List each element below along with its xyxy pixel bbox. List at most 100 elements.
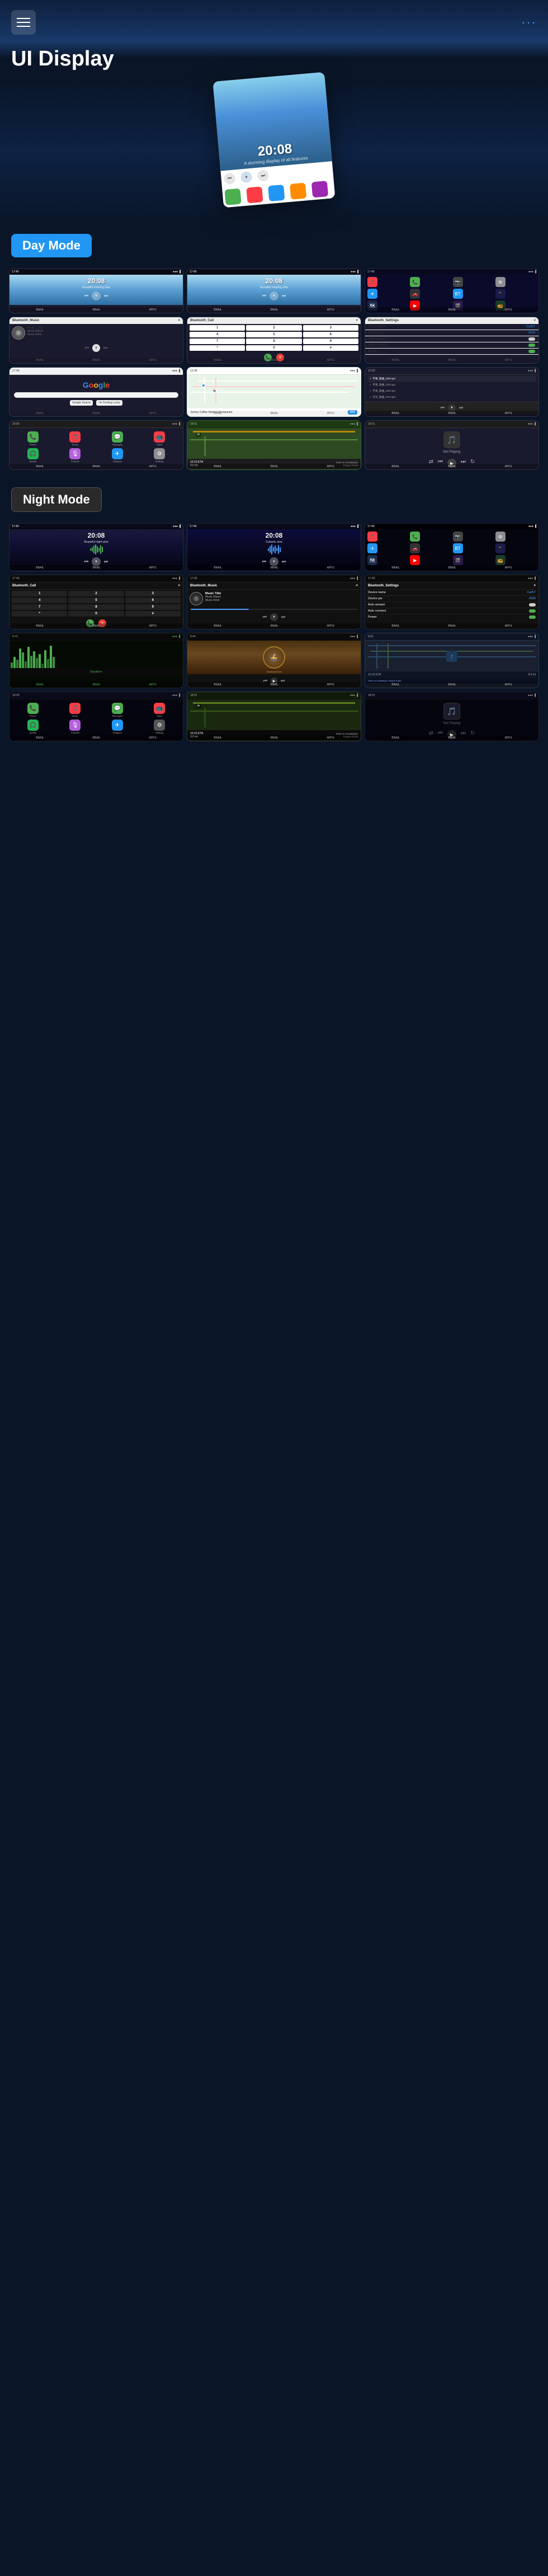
- prev-icon[interactable]: ⏮: [85, 345, 89, 351]
- app-bt-icon[interactable]: BT: [453, 289, 463, 299]
- app-icon[interactable]: 🎬: [453, 555, 463, 565]
- auto-connect-toggle[interactable]: [528, 344, 535, 347]
- app-icon[interactable]: [224, 189, 241, 205]
- app-telegram-icon[interactable]: ✈: [367, 543, 377, 553]
- app-item[interactable]: ⚙ Settings: [140, 720, 180, 734]
- prev-icon[interactable]: ⏮: [262, 293, 266, 299]
- app-item[interactable]: 🎙 Podcast: [55, 720, 96, 734]
- app-phone-icon[interactable]: 📞: [410, 277, 420, 287]
- app-item[interactable]: 💬 Messages: [97, 431, 138, 446]
- key-0[interactable]: 0: [68, 611, 124, 617]
- key-5[interactable]: 5: [246, 332, 301, 337]
- next-icon[interactable]: ⏭: [104, 559, 108, 565]
- play-button[interactable]: ⏸: [240, 171, 253, 184]
- app-item[interactable]: 📺 Video: [140, 703, 180, 717]
- lucky-btn[interactable]: I'm Feeling Lucky: [96, 400, 122, 406]
- next-icon[interactable]: ⏭: [104, 293, 108, 299]
- key-2[interactable]: 2: [68, 591, 124, 596]
- app-icon[interactable]: 📻: [495, 555, 506, 565]
- app-icon[interactable]: 🚗: [410, 289, 420, 299]
- app-icon[interactable]: 📱: [495, 543, 506, 553]
- ellipsis-button[interactable]: ···: [521, 15, 537, 30]
- auto-answer-toggle[interactable]: [529, 603, 536, 607]
- prev-icon[interactable]: ⏮: [441, 405, 445, 411]
- next-icon[interactable]: ⏭: [103, 345, 107, 351]
- key-4[interactable]: 4: [12, 598, 67, 603]
- next-icon[interactable]: ⏭: [459, 405, 463, 411]
- google-search-btn[interactable]: Google Search: [70, 400, 93, 406]
- play-icon[interactable]: ⏸: [270, 613, 278, 621]
- app-icon[interactable]: [268, 185, 285, 201]
- app-item[interactable]: 💬 Messages: [97, 703, 138, 717]
- key-hash[interactable]: #: [303, 345, 358, 351]
- key-1[interactable]: 1: [190, 325, 245, 331]
- key-8[interactable]: 8: [246, 339, 301, 344]
- key-6[interactable]: 6: [125, 598, 181, 603]
- power-toggle[interactable]: [528, 350, 535, 353]
- prev-icon[interactable]: ⏮: [84, 293, 88, 299]
- app-icon[interactable]: 📷: [453, 532, 463, 542]
- next-icon[interactable]: ⏭: [282, 559, 286, 565]
- app-item[interactable]: ⚙ Settings: [140, 448, 180, 463]
- play-icon[interactable]: ⏸: [270, 292, 278, 300]
- prev-button[interactable]: ⏮: [224, 172, 236, 185]
- app-item[interactable]: 🎧 Spotify: [13, 448, 53, 463]
- app-bt-icon[interactable]: BT: [453, 543, 463, 553]
- play-icon[interactable]: ⏸: [92, 292, 101, 300]
- list-item[interactable]: ♪ 平果_歌曲_108.mp4: [367, 376, 536, 382]
- key-star[interactable]: *: [190, 345, 245, 351]
- list-item[interactable]: ♪ 平果_歌曲_108.mp4: [367, 388, 536, 394]
- app-icon[interactable]: [311, 181, 328, 198]
- app-icon[interactable]: 🗺: [367, 555, 377, 565]
- key-hash[interactable]: #: [125, 611, 181, 617]
- app-item[interactable]: 🎙 Podcast: [55, 448, 96, 463]
- key-star[interactable]: *: [12, 611, 67, 617]
- app-icon[interactable]: 📷: [453, 277, 463, 287]
- next-button[interactable]: ⏭: [257, 170, 270, 182]
- app-item[interactable]: 🎵 Music: [55, 703, 96, 717]
- list-item[interactable]: ♪ 华为_歌曲_702.mp3: [367, 394, 536, 401]
- app-music-icon[interactable]: 🎵: [367, 277, 377, 287]
- auto-connect-toggle[interactable]: [529, 609, 536, 613]
- app-icon[interactable]: [246, 186, 263, 203]
- app-icon[interactable]: [290, 182, 306, 199]
- key-5[interactable]: 5: [68, 598, 124, 603]
- key-3[interactable]: 3: [125, 591, 181, 596]
- key-2[interactable]: 2: [246, 325, 301, 331]
- app-item[interactable]: 📞 Phone: [13, 703, 53, 717]
- app-item[interactable]: 📺 Video: [140, 431, 180, 446]
- key-7[interactable]: 7: [12, 604, 67, 610]
- prev-icon[interactable]: ⏮: [263, 614, 267, 620]
- app-settings-icon[interactable]: ⚙: [495, 532, 506, 542]
- app-item[interactable]: 📞 Phone: [13, 431, 53, 446]
- app-item[interactable]: 🎵 Music: [55, 431, 96, 446]
- next-icon[interactable]: ⏭: [281, 614, 285, 620]
- key-7[interactable]: 7: [190, 339, 245, 344]
- prev-icon[interactable]: ⏮: [262, 559, 266, 565]
- prev-icon[interactable]: ⏮: [84, 559, 88, 565]
- play-icon[interactable]: ⏸: [92, 344, 100, 352]
- app-icon[interactable]: 🚗: [410, 543, 420, 553]
- menu-button[interactable]: [11, 10, 36, 35]
- key-3[interactable]: 3: [303, 325, 358, 331]
- key-8[interactable]: 8: [68, 604, 124, 610]
- key-4[interactable]: 4: [190, 332, 245, 337]
- app-settings-icon[interactable]: ⚙: [495, 277, 506, 287]
- key-1[interactable]: 1: [12, 591, 67, 596]
- google-search-box[interactable]: [14, 392, 178, 398]
- app-telegram-icon[interactable]: ✈: [367, 289, 377, 299]
- app-item[interactable]: ✈ Telegram: [97, 448, 138, 463]
- list-item[interactable]: ♪ 平果_歌曲_109.mp4: [367, 382, 536, 388]
- key-6[interactable]: 6: [303, 332, 358, 337]
- auto-answer-toggle[interactable]: [528, 337, 535, 341]
- app-icon[interactable]: 📱: [495, 289, 506, 299]
- app-item[interactable]: ✈ Telegram: [97, 720, 138, 734]
- key-0[interactable]: 0: [246, 345, 301, 351]
- app-youtube-icon[interactable]: ▶: [410, 555, 420, 565]
- power-toggle[interactable]: [529, 615, 536, 619]
- key-9[interactable]: 9: [125, 604, 181, 610]
- key-9[interactable]: 9: [303, 339, 358, 344]
- app-music-icon[interactable]: 🎵: [367, 532, 377, 542]
- app-item[interactable]: 🎧 Spotify: [13, 720, 53, 734]
- app-phone-icon[interactable]: 📞: [410, 532, 420, 542]
